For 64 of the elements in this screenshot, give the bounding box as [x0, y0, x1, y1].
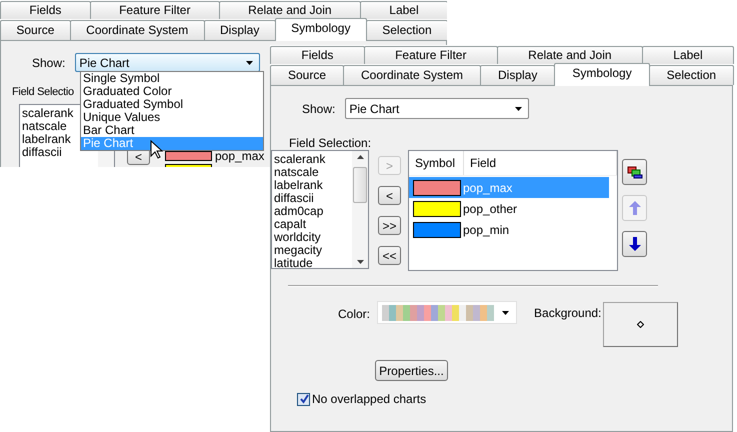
- color-ramp-dropdown[interactable]: [377, 301, 518, 324]
- up-arrow-icon: [628, 201, 640, 215]
- tab[interactable]: Symbology: [554, 63, 650, 86]
- tab[interactable]: Feature Filter: [90, 1, 220, 19]
- show-label: Show:: [32, 56, 66, 70]
- caret-icon: [246, 60, 254, 64]
- checkbox-label: No overlapped charts: [312, 392, 426, 406]
- tab[interactable]: Coordinate System: [70, 20, 205, 40]
- field-name: pop_max: [215, 149, 264, 163]
- move-button[interactable]: >>: [378, 216, 401, 235]
- scroll-down-icon: [356, 260, 364, 264]
- show-label: Show:: [302, 102, 336, 116]
- table-row[interactable]: pop_other: [409, 198, 609, 219]
- tab[interactable]: Label: [360, 1, 447, 19]
- icon-button[interactable]: [622, 231, 647, 257]
- menu-item[interactable]: Graduated Color: [81, 85, 263, 98]
- scroll-up-icon: [356, 155, 364, 159]
- tab[interactable]: Relate and Join: [496, 46, 643, 64]
- background-label: Background:: [534, 306, 602, 320]
- icon-button[interactable]: [622, 159, 647, 185]
- list-item[interactable]: scalerank: [274, 153, 352, 166]
- move-button[interactable]: <<: [378, 246, 401, 265]
- caret-icon: [502, 310, 510, 314]
- tab[interactable]: Display: [480, 65, 556, 85]
- tab[interactable]: Coordinate System: [343, 65, 482, 85]
- list-item[interactable]: labelrank: [274, 179, 352, 192]
- check-icon: [298, 394, 308, 404]
- list-item[interactable]: natscale: [274, 166, 352, 179]
- list-item[interactable]: capalt: [274, 218, 352, 231]
- dropdown[interactable]: Pie Chart: [75, 53, 260, 72]
- scrollbar[interactable]: [352, 151, 368, 268]
- tab[interactable]: Symbology: [274, 18, 367, 41]
- menu-item[interactable]: Single Symbol: [81, 72, 263, 85]
- tab[interactable]: Feature Filter: [364, 46, 498, 64]
- tab[interactable]: Display: [204, 20, 276, 40]
- section-label: Field Selectio: [11, 85, 74, 98]
- tab[interactable]: Selection: [366, 20, 447, 40]
- list-item[interactable]: latitude: [274, 257, 352, 270]
- background-button[interactable]: [603, 302, 678, 347]
- tab[interactable]: Fields: [0, 1, 91, 19]
- checkbox[interactable]: [297, 392, 310, 406]
- tab[interactable]: Fields: [270, 46, 365, 64]
- column-header[interactable]: Symbol: [409, 151, 464, 175]
- section-label: Field Selection:: [288, 135, 372, 150]
- tab[interactable]: Relate and Join: [218, 1, 361, 19]
- list-item[interactable]: worldcity: [274, 231, 352, 244]
- tab[interactable]: Source: [0, 20, 71, 40]
- layers-icon: [626, 166, 642, 178]
- move-button[interactable]: <: [378, 186, 401, 205]
- list-item[interactable]: megacity: [274, 244, 352, 257]
- field-list[interactable]: scalerank natscale labelrank diffascii adm0cap capalt worldcity megacity latitude: [271, 150, 369, 269]
- color-label: Color:: [338, 307, 370, 321]
- list-item[interactable]: diffascii: [274, 192, 352, 205]
- caret-icon: [515, 106, 522, 110]
- properties-button[interactable]: Properties...: [375, 360, 448, 381]
- table-row[interactable]: pop_min: [409, 219, 609, 240]
- diamond-icon: [637, 321, 644, 328]
- dropdown[interactable]: Pie Chart: [345, 98, 530, 119]
- down-arrow-icon: [628, 237, 640, 251]
- list-item[interactable]: adm0cap: [274, 205, 352, 218]
- tab[interactable]: Label: [642, 46, 734, 64]
- tab[interactable]: Source: [270, 65, 344, 85]
- tab[interactable]: Selection: [648, 65, 734, 85]
- column-header[interactable]: Field: [464, 151, 617, 175]
